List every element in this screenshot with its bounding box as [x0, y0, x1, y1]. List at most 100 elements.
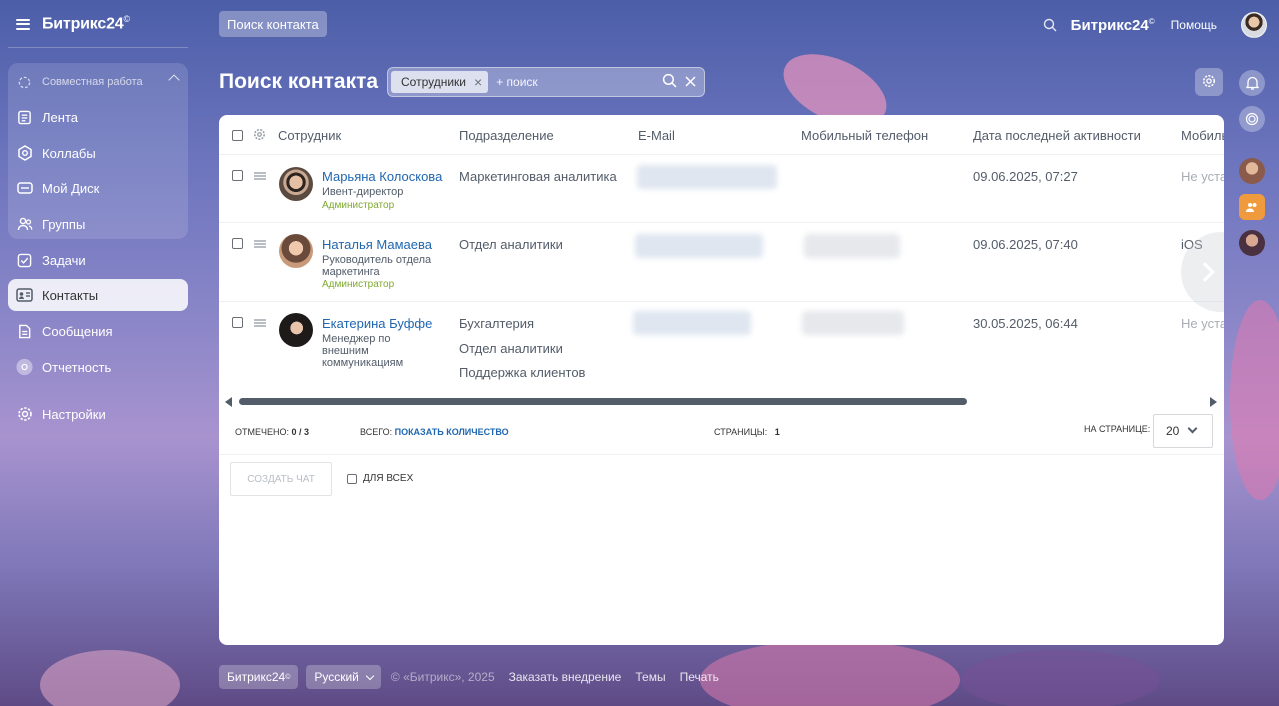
- sidebar-item-settings[interactable]: Настройки: [8, 398, 188, 430]
- print-link[interactable]: Печать: [680, 670, 719, 684]
- scroll-left-arrow-icon[interactable]: [225, 397, 232, 407]
- column-header-last-activity[interactable]: Дата последней активности: [973, 128, 1141, 143]
- row-checkbox[interactable]: [232, 317, 243, 328]
- employee-name-link[interactable]: Наталья Мамаева: [322, 237, 432, 252]
- chevron-right-icon: [1195, 262, 1215, 282]
- column-settings-icon[interactable]: [253, 128, 266, 144]
- grid-footer: Отмечено: 0 / 3 Всего: Показать количест…: [219, 409, 1224, 455]
- phone-blurred: [804, 234, 900, 258]
- filter-chip[interactable]: Сотрудники ×: [391, 71, 489, 93]
- table-row[interactable]: Марьяна Колоскова Ивент-директор Админис…: [219, 155, 1224, 223]
- avatar[interactable]: [279, 234, 313, 268]
- avatar[interactable]: [279, 167, 313, 201]
- chevron-down-icon: [365, 671, 375, 680]
- avatar[interactable]: [279, 313, 313, 347]
- order-implementation-link[interactable]: Заказать внедрение: [509, 670, 622, 684]
- chevron-up-icon[interactable]: [168, 74, 180, 86]
- show-count-link[interactable]: Показать количество: [395, 427, 509, 437]
- create-chat-button[interactable]: Создать чат: [230, 462, 332, 496]
- drag-handle-icon[interactable]: [254, 319, 266, 327]
- total-counter: Всего: Показать количество: [360, 427, 509, 437]
- marked-counter: Отмечено: 0 / 3: [235, 427, 310, 437]
- email-blurred: [637, 165, 777, 189]
- drag-handle-icon[interactable]: [254, 172, 266, 180]
- feed-icon: [16, 109, 33, 126]
- sidebar-item-tasks[interactable]: Задачи: [8, 244, 188, 276]
- filter-chip-label: Сотрудники: [401, 75, 466, 89]
- contact-search-tab[interactable]: Поиск контакта: [219, 11, 327, 37]
- department-cell: Поддержка клиентов: [459, 365, 586, 380]
- footer-brand[interactable]: Битрикс24 ©: [219, 665, 299, 689]
- sidebar-item-collabs[interactable]: Коллабы: [8, 137, 188, 169]
- scroll-thumb[interactable]: [239, 398, 967, 405]
- sidebar-item-label: Коллабы: [42, 145, 96, 161]
- column-header-mobile[interactable]: Мобильный телефон: [801, 128, 928, 143]
- themes-link[interactable]: Темы: [635, 670, 665, 684]
- table-row[interactable]: Наталья Мамаева Руководитель отдела марк…: [219, 223, 1224, 302]
- column-header-mobile-app[interactable]: Мобиль: [1181, 128, 1224, 143]
- search-filter-box[interactable]: Сотрудники × + поиск: [387, 67, 705, 97]
- scroll-right-arrow-icon[interactable]: [1210, 397, 1217, 407]
- grid-header: Сотрудник Подразделение E-Mail Мобильный…: [219, 115, 1224, 155]
- page-number[interactable]: 1: [775, 427, 780, 437]
- column-header-department[interactable]: Подразделение: [459, 128, 554, 143]
- last-activity-cell: 30.05.2025, 06:44: [973, 316, 1078, 331]
- employee-role: Администратор: [322, 279, 395, 290]
- page-title: Поиск контакта: [219, 70, 379, 93]
- sidebar-item-label: Группы: [42, 216, 86, 232]
- copilot-icon[interactable]: [1239, 106, 1265, 132]
- bell-icon[interactable]: [1239, 70, 1265, 96]
- search-icon[interactable]: [662, 73, 677, 92]
- horizontal-scrollbar[interactable]: [223, 396, 1219, 408]
- sidebar-item-reports[interactable]: Отчетность: [8, 351, 188, 383]
- employee-name-link[interactable]: Екатерина Буффе: [322, 316, 432, 331]
- select-all-checkbox[interactable]: [232, 130, 243, 141]
- user-avatar[interactable]: [1241, 12, 1267, 38]
- header-brand[interactable]: Битрикс24©: [1071, 17, 1155, 34]
- logo-row: Битрикс24©: [16, 12, 130, 36]
- gear-icon: [1202, 74, 1216, 91]
- messages-icon: [16, 323, 33, 340]
- employee-position: Ивент-директор: [322, 186, 404, 198]
- sidebar-item-label: Мой Диск: [42, 180, 100, 196]
- table-row[interactable]: Екатерина Буффе Менеджер по внешним комм…: [219, 302, 1224, 392]
- employee-position: Руководитель отдела маркетинга: [322, 254, 432, 278]
- email-blurred: [633, 311, 751, 335]
- menu-icon[interactable]: [16, 18, 30, 30]
- for-all-option[interactable]: Для всех: [347, 473, 413, 484]
- brand-logo[interactable]: Битрикс24©: [42, 14, 130, 33]
- sidebar-item-label: Отчетность: [42, 359, 112, 375]
- for-all-label: Для всех: [363, 473, 414, 484]
- clear-icon[interactable]: [685, 74, 696, 91]
- sidebar-item-messages[interactable]: Сообщения: [8, 315, 188, 347]
- column-header-employee[interactable]: Сотрудник: [278, 128, 341, 143]
- sidebar-item-feed[interactable]: Лента: [8, 101, 188, 133]
- sidebar-item-disk[interactable]: Мой Диск: [8, 172, 188, 204]
- rail-group-avatar[interactable]: [1239, 194, 1265, 220]
- employee-name-link[interactable]: Марьяна Колоскова: [322, 169, 442, 184]
- groups-icon: [16, 216, 33, 233]
- rail-avatar[interactable]: [1239, 158, 1265, 184]
- row-checkbox[interactable]: [232, 238, 243, 249]
- per-page-select[interactable]: 20: [1153, 414, 1213, 448]
- close-icon[interactable]: ×: [474, 74, 482, 90]
- settings-button[interactable]: [1195, 68, 1223, 96]
- mobile-app-cell: Не уста: [1181, 316, 1224, 331]
- language-select[interactable]: Русский: [306, 665, 381, 689]
- help-link[interactable]: Помощь: [1171, 18, 1217, 32]
- column-header-email[interactable]: E-Mail: [638, 128, 675, 143]
- drag-handle-icon[interactable]: [254, 240, 266, 248]
- sidebar-item-contacts[interactable]: Контакты: [8, 279, 188, 311]
- gear-icon: [16, 406, 33, 423]
- search-input[interactable]: + поиск: [488, 75, 662, 89]
- sidebar-item-label: Сообщения: [42, 323, 113, 339]
- sidebar-group-header[interactable]: Совместная работа: [8, 66, 188, 98]
- pages-indicator: Страницы: 1: [714, 427, 780, 437]
- rail-avatar[interactable]: [1239, 230, 1265, 256]
- email-blurred: [635, 234, 763, 258]
- row-checkbox[interactable]: [232, 170, 243, 181]
- for-all-checkbox[interactable]: [347, 473, 357, 484]
- sidebar-item-groups[interactable]: Группы: [8, 208, 188, 240]
- sidebar-item-label: Лента: [42, 109, 78, 125]
- search-icon[interactable]: [1043, 18, 1057, 32]
